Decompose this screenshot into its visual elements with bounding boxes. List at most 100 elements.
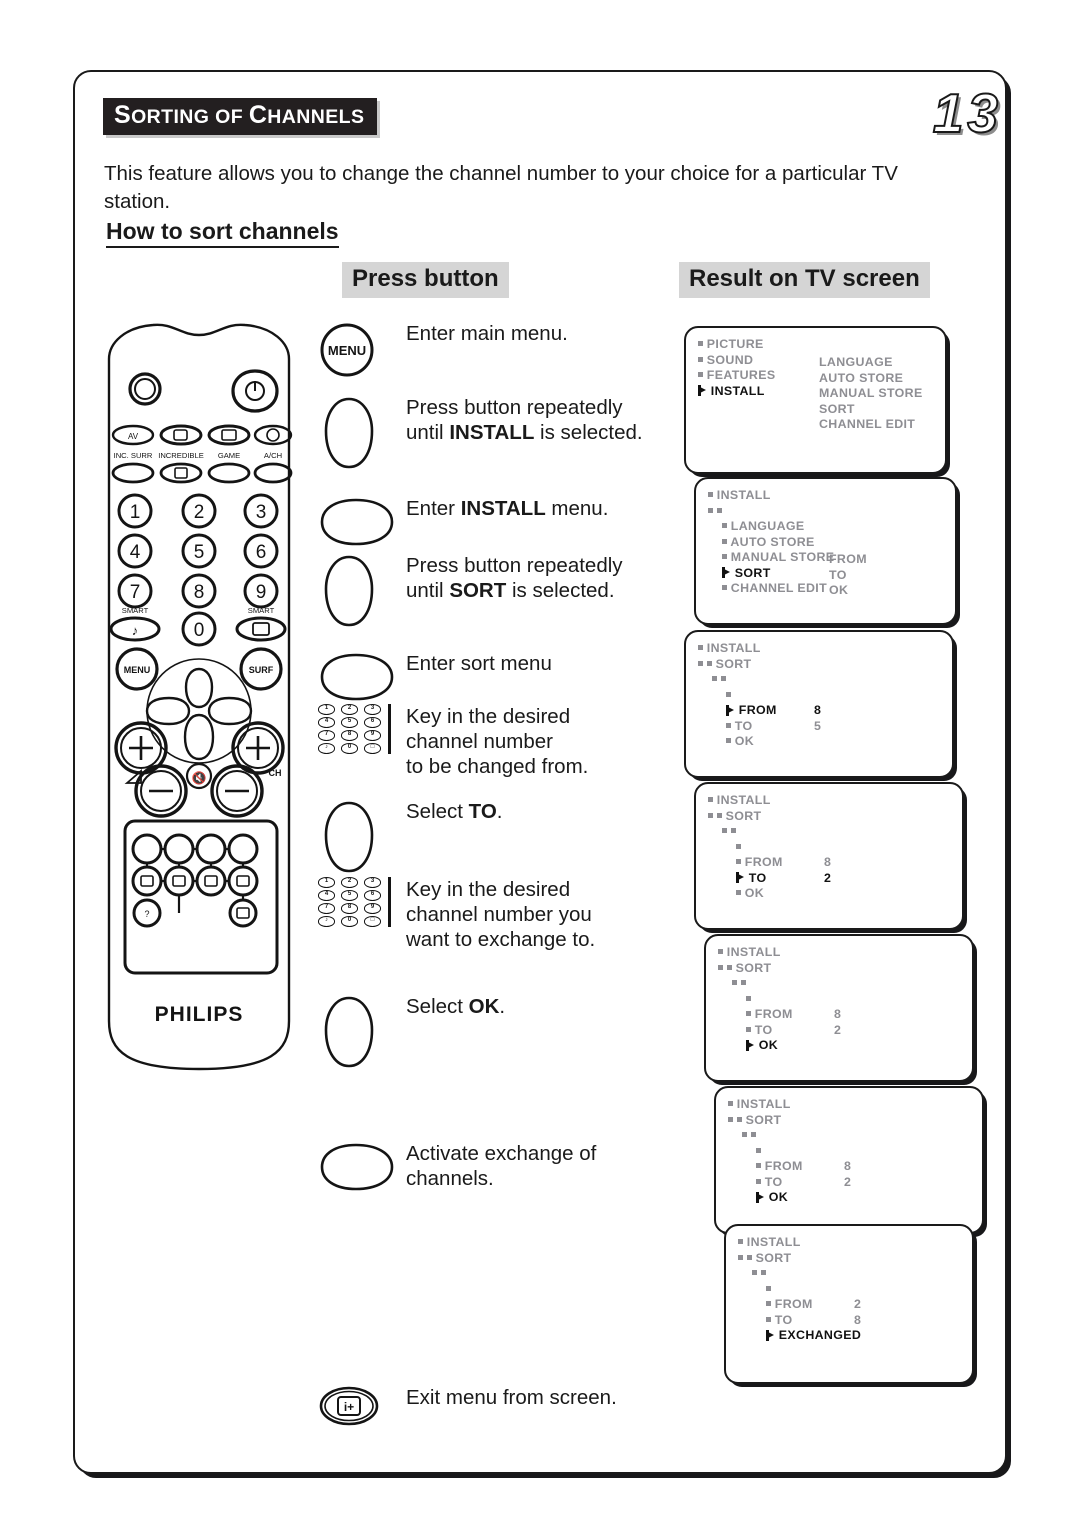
menu-row[interactable]: TO 2 bbox=[718, 1022, 841, 1039]
menu-bullet-icon bbox=[726, 738, 731, 744]
right-arrow-button[interactable] bbox=[318, 651, 398, 703]
right-arrow-button[interactable] bbox=[318, 496, 398, 548]
menu-row[interactable]: SORT bbox=[708, 566, 834, 582]
menu-row[interactable] bbox=[708, 504, 834, 520]
menu-bullet-icon bbox=[722, 538, 727, 544]
down-arrow-button[interactable] bbox=[318, 395, 380, 471]
menu-row[interactable]: INSTALL bbox=[708, 488, 834, 504]
step-text: Press button repeatedly until SORT is sel… bbox=[406, 554, 623, 602]
menu-row[interactable]: SORT bbox=[718, 961, 793, 977]
menu-bullet-icon bbox=[698, 660, 703, 666]
menu-bullet-icon bbox=[722, 585, 727, 591]
menu-row[interactable]: OK bbox=[708, 886, 783, 902]
step-text: Key in the desired channel number to be ch… bbox=[406, 705, 589, 778]
menu-row-secondary[interactable]: OK bbox=[829, 583, 867, 599]
svg-text:i+: i+ bbox=[344, 1400, 354, 1414]
menu-bullet-icon bbox=[746, 995, 751, 1001]
menu-row[interactable]: OK bbox=[728, 1190, 803, 1206]
tv-panel-install-menu: INSTALL LANGUAGE AUTO STORE MANUAL STORE… bbox=[694, 477, 957, 625]
menu-row[interactable]: FROM 2 bbox=[738, 1297, 861, 1313]
menu-bullet-icon bbox=[736, 890, 741, 896]
keypad-key: 3 bbox=[364, 704, 381, 715]
menu-row[interactable] bbox=[698, 688, 777, 704]
right-arrow-button[interactable] bbox=[318, 1141, 398, 1193]
menu-row-secondary[interactable]: SORT bbox=[819, 402, 923, 418]
section-subtitle: How to sort channels bbox=[106, 218, 339, 249]
menu-row[interactable]: INSTALL bbox=[718, 945, 793, 961]
svg-text:SURF: SURF bbox=[249, 665, 274, 675]
menu-row[interactable]: PICTURE bbox=[698, 337, 775, 353]
menu-cursor-icon bbox=[746, 1039, 755, 1051]
menu-label: TO bbox=[754, 1022, 773, 1037]
menu-label: FROM bbox=[738, 703, 777, 717]
menu-row[interactable]: OK bbox=[698, 734, 777, 750]
down-arrow-button[interactable] bbox=[318, 994, 380, 1070]
menu-label: OK bbox=[768, 1190, 789, 1204]
menu-row[interactable]: FROM 8 bbox=[728, 1159, 851, 1175]
menu-bullet-icon bbox=[760, 1270, 766, 1276]
menu-label: INSTALL bbox=[726, 945, 781, 959]
menu-label: MANUAL STORE bbox=[730, 550, 835, 564]
menu-bullet-icon bbox=[728, 1116, 733, 1122]
menu-row[interactable]: INSTALL bbox=[738, 1235, 861, 1251]
menu-row-secondary[interactable]: TO bbox=[829, 568, 867, 584]
svg-text:6: 6 bbox=[256, 542, 267, 563]
menu-row[interactable]: TO 2 bbox=[728, 1175, 851, 1191]
menu-row[interactable] bbox=[738, 1282, 861, 1298]
menu-row[interactable]: OK bbox=[718, 1038, 793, 1054]
menu-label: EXCHANGED bbox=[778, 1328, 862, 1342]
menu-bullet-icon bbox=[728, 1101, 733, 1107]
menu-row[interactable]: LANGUAGE bbox=[708, 519, 834, 535]
menu-row[interactable]: AUTO STORE bbox=[708, 535, 834, 551]
menu-label: FEATURES bbox=[706, 368, 776, 382]
menu-row[interactable]: TO 8 bbox=[738, 1313, 861, 1329]
menu-value: 8 bbox=[854, 1312, 862, 1327]
menu-row[interactable]: MANUAL STORE bbox=[708, 550, 834, 566]
menu-row-secondary[interactable]: CHANNEL EDIT bbox=[819, 417, 923, 433]
keypad-key: □ bbox=[364, 743, 381, 754]
info-exit-button[interactable]: i+ bbox=[318, 1385, 380, 1427]
menu-row[interactable]: FEATURES bbox=[698, 368, 775, 384]
step-text: Select OK. bbox=[406, 995, 506, 1018]
menu-row[interactable]: SORT bbox=[728, 1113, 803, 1129]
step-text: Exit menu from screen. bbox=[406, 1386, 617, 1409]
menu-row[interactable]: TO 2 bbox=[708, 871, 831, 887]
menu-row-secondary[interactable]: MANUAL STORE bbox=[819, 386, 923, 402]
menu-row[interactable]: FROM 8 bbox=[708, 855, 831, 871]
menu-row[interactable] bbox=[708, 824, 783, 840]
menu-row[interactable]: SORT bbox=[698, 657, 777, 673]
svg-text:INCREDIBLE: INCREDIBLE bbox=[158, 451, 204, 460]
menu-label: INSTALL bbox=[706, 641, 761, 655]
menu-row[interactable] bbox=[718, 976, 793, 992]
menu-bullet-icon bbox=[756, 1178, 761, 1184]
menu-bullet-icon bbox=[736, 1116, 742, 1122]
menu-button[interactable]: MENU bbox=[318, 321, 376, 379]
step-text: Enter INSTALL menu. bbox=[406, 497, 609, 520]
menu-row[interactable]: FROM 8 bbox=[718, 1007, 841, 1023]
menu-row-secondary[interactable]: AUTO STORE bbox=[819, 371, 923, 387]
menu-row[interactable]: EXCHANGED bbox=[738, 1328, 861, 1344]
menu-row[interactable]: SORT bbox=[738, 1251, 861, 1267]
menu-row[interactable]: INSTALL bbox=[728, 1097, 803, 1113]
down-arrow-button[interactable] bbox=[318, 553, 380, 629]
menu-row[interactable] bbox=[718, 992, 793, 1008]
menu-row[interactable]: INSTALL bbox=[698, 384, 775, 400]
menu-row[interactable]: INSTALL bbox=[698, 641, 777, 657]
menu-row[interactable]: INSTALL bbox=[708, 793, 783, 809]
menu-row-secondary[interactable]: FROM bbox=[829, 552, 867, 568]
menu-row[interactable] bbox=[698, 672, 777, 688]
menu-row[interactable] bbox=[728, 1144, 803, 1160]
menu-row[interactable] bbox=[738, 1266, 861, 1282]
menu-cursor-icon bbox=[756, 1191, 765, 1203]
menu-row[interactable]: FROM 8 bbox=[698, 703, 821, 719]
menu-row[interactable] bbox=[728, 1128, 803, 1144]
menu-label: INSTALL bbox=[710, 383, 765, 398]
menu-label: SORT bbox=[735, 960, 772, 975]
menu-row[interactable]: CHANNEL EDIT bbox=[708, 581, 834, 597]
menu-row[interactable] bbox=[708, 840, 783, 856]
menu-row[interactable]: SOUND bbox=[698, 353, 775, 369]
menu-row[interactable]: TO 5 bbox=[698, 719, 821, 735]
down-arrow-button[interactable] bbox=[318, 799, 380, 875]
menu-row-secondary[interactable]: LANGUAGE bbox=[819, 355, 923, 371]
menu-row[interactable]: SORT bbox=[708, 809, 783, 825]
